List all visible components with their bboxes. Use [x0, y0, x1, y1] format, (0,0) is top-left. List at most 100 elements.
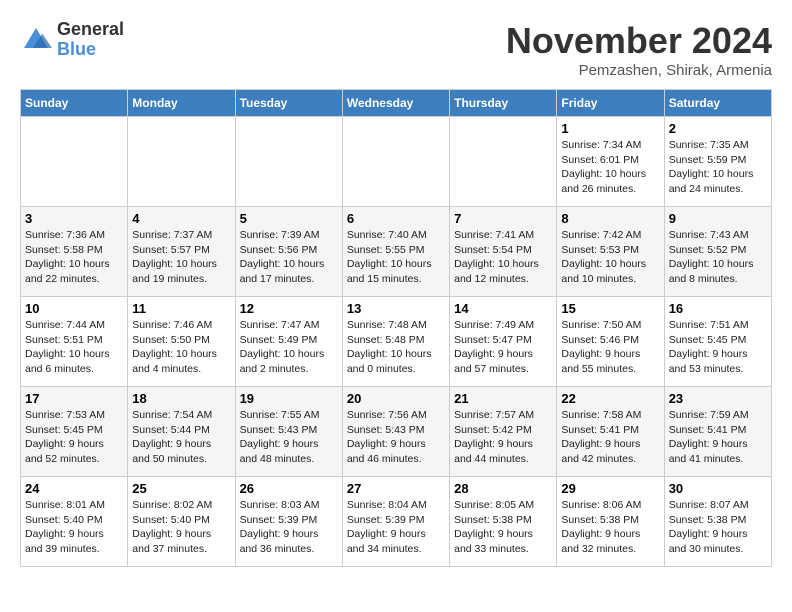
calendar-cell: [450, 117, 557, 207]
calendar-cell: 4Sunrise: 7:37 AM Sunset: 5:57 PM Daylig…: [128, 207, 235, 297]
calendar-cell: 29 Sunrise: 8:06 AM Sunset: 5:38 PM Dayli…: [557, 477, 664, 567]
day-info: Sunrise: 7:57 AM Sunset: 5:42 PM Dayligh…: [454, 408, 552, 467]
calendar-cell: 17 Sunrise: 7:53 AM Sunset: 5:45 PM Dayli…: [21, 387, 128, 477]
day-number: 4: [132, 211, 230, 226]
title-section: November 2024 Pemzashen, Shirak, Armenia: [506, 20, 772, 79]
day-info: Sunrise: 7:48 AM Sunset: 5:48 PM Dayligh…: [347, 318, 445, 377]
calendar-cell: 15Sunrise: 7:50 AM Sunset: 5:46 PM Dayli…: [557, 297, 664, 387]
calendar-cell: 5 Sunrise: 7:39 AM Sunset: 5:56 PM Daylig…: [235, 207, 342, 297]
day-number: 20: [347, 391, 445, 406]
header-tuesday: Tuesday: [235, 90, 342, 117]
day-info: Sunrise: 7:36 AM Sunset: 5:58 PM Dayligh…: [25, 228, 123, 287]
day-number: 30: [669, 481, 767, 496]
day-number: 27: [347, 481, 445, 496]
calendar-cell: 21 Sunrise: 7:57 AM Sunset: 5:42 PM Dayli…: [450, 387, 557, 477]
day-info: Sunrise: 7:47 AM Sunset: 5:49 PM Dayligh…: [240, 318, 338, 377]
day-info: Sunrise: 7:41 AM Sunset: 5:54 PM Dayligh…: [454, 228, 552, 287]
day-number: 28: [454, 481, 552, 496]
day-number: 25: [132, 481, 230, 496]
calendar-week-1: 1 Sunrise: 7:34 AM Sunset: 6:01 PM Daylig…: [21, 117, 772, 207]
day-number: 24: [25, 481, 123, 496]
day-number: 15: [561, 301, 659, 316]
day-number: 3: [25, 211, 123, 226]
calendar-table: SundayMondayTuesdayWednesdayThursdayFrid…: [20, 89, 772, 567]
calendar-cell: 26 Sunrise: 8:03 AM Sunset: 5:39 PM Dayli…: [235, 477, 342, 567]
calendar-cell: 8 Sunrise: 7:42 AM Sunset: 5:53 PM Daylig…: [557, 207, 664, 297]
day-info: Sunrise: 8:05 AM Sunset: 5:38 PM Dayligh…: [454, 498, 552, 557]
calendar-cell: 27 Sunrise: 8:04 AM Sunset: 5:39 PM Dayli…: [342, 477, 449, 567]
day-number: 7: [454, 211, 552, 226]
calendar-cell: 16 Sunrise: 7:51 AM Sunset: 5:45 PM Dayli…: [664, 297, 771, 387]
day-number: 16: [669, 301, 767, 316]
day-info: Sunrise: 8:01 AM Sunset: 5:40 PM Dayligh…: [25, 498, 123, 557]
calendar-cell: 24 Sunrise: 8:01 AM Sunset: 5:40 PM Dayli…: [21, 477, 128, 567]
calendar-cell: [21, 117, 128, 207]
calendar-cell: 13Sunrise: 7:48 AM Sunset: 5:48 PM Dayli…: [342, 297, 449, 387]
calendar-cell: 18 Sunrise: 7:54 AM Sunset: 5:44 PM Dayli…: [128, 387, 235, 477]
logo-icon: [20, 24, 52, 56]
header-monday: Monday: [128, 90, 235, 117]
calendar-cell: 1 Sunrise: 7:34 AM Sunset: 6:01 PM Daylig…: [557, 117, 664, 207]
day-number: 10: [25, 301, 123, 316]
calendar-cell: 10 Sunrise: 7:44 AM Sunset: 5:51 PM Dayli…: [21, 297, 128, 387]
calendar-week-4: 17 Sunrise: 7:53 AM Sunset: 5:45 PM Dayli…: [21, 387, 772, 477]
calendar-cell: 2Sunrise: 7:35 AM Sunset: 5:59 PM Daylig…: [664, 117, 771, 207]
day-info: Sunrise: 8:03 AM Sunset: 5:39 PM Dayligh…: [240, 498, 338, 557]
header-saturday: Saturday: [664, 90, 771, 117]
calendar-cell: 22Sunrise: 7:58 AM Sunset: 5:41 PM Dayli…: [557, 387, 664, 477]
header-thursday: Thursday: [450, 90, 557, 117]
calendar-week-3: 10 Sunrise: 7:44 AM Sunset: 5:51 PM Dayli…: [21, 297, 772, 387]
day-info: Sunrise: 7:58 AM Sunset: 5:41 PM Dayligh…: [561, 408, 659, 467]
day-number: 26: [240, 481, 338, 496]
day-info: Sunrise: 8:04 AM Sunset: 5:39 PM Dayligh…: [347, 498, 445, 557]
calendar-cell: 14Sunrise: 7:49 AM Sunset: 5:47 PM Dayli…: [450, 297, 557, 387]
day-info: Sunrise: 8:06 AM Sunset: 5:38 PM Dayligh…: [561, 498, 659, 557]
day-number: 1: [561, 121, 659, 136]
day-info: Sunrise: 7:34 AM Sunset: 6:01 PM Dayligh…: [561, 138, 659, 197]
day-number: 21: [454, 391, 552, 406]
calendar-cell: [342, 117, 449, 207]
header-wednesday: Wednesday: [342, 90, 449, 117]
header-friday: Friday: [557, 90, 664, 117]
calendar-cell: 25Sunrise: 8:02 AM Sunset: 5:40 PM Dayli…: [128, 477, 235, 567]
day-number: 29: [561, 481, 659, 496]
day-info: Sunrise: 7:42 AM Sunset: 5:53 PM Dayligh…: [561, 228, 659, 287]
calendar-cell: 9 Sunrise: 7:43 AM Sunset: 5:52 PM Daylig…: [664, 207, 771, 297]
day-number: 8: [561, 211, 659, 226]
day-info: Sunrise: 7:44 AM Sunset: 5:51 PM Dayligh…: [25, 318, 123, 377]
day-number: 6: [347, 211, 445, 226]
day-info: Sunrise: 7:43 AM Sunset: 5:52 PM Dayligh…: [669, 228, 767, 287]
location: Pemzashen, Shirak, Armenia: [506, 62, 772, 79]
calendar-cell: [235, 117, 342, 207]
day-number: 12: [240, 301, 338, 316]
day-info: Sunrise: 7:40 AM Sunset: 5:55 PM Dayligh…: [347, 228, 445, 287]
calendar-cell: 20 Sunrise: 7:56 AM Sunset: 5:43 PM Dayli…: [342, 387, 449, 477]
day-info: Sunrise: 7:35 AM Sunset: 5:59 PM Dayligh…: [669, 138, 767, 197]
day-number: 19: [240, 391, 338, 406]
logo: General Blue: [20, 20, 124, 60]
calendar-cell: 28 Sunrise: 8:05 AM Sunset: 5:38 PM Dayli…: [450, 477, 557, 567]
calendar-week-5: 24 Sunrise: 8:01 AM Sunset: 5:40 PM Dayli…: [21, 477, 772, 567]
calendar-cell: 30Sunrise: 8:07 AM Sunset: 5:38 PM Dayli…: [664, 477, 771, 567]
day-info: Sunrise: 7:55 AM Sunset: 5:43 PM Dayligh…: [240, 408, 338, 467]
calendar-header-row: SundayMondayTuesdayWednesdayThursdayFrid…: [21, 90, 772, 117]
day-info: Sunrise: 7:39 AM Sunset: 5:56 PM Dayligh…: [240, 228, 338, 287]
day-info: Sunrise: 7:59 AM Sunset: 5:41 PM Dayligh…: [669, 408, 767, 467]
day-info: Sunrise: 7:51 AM Sunset: 5:45 PM Dayligh…: [669, 318, 767, 377]
day-info: Sunrise: 7:54 AM Sunset: 5:44 PM Dayligh…: [132, 408, 230, 467]
calendar-cell: 23 Sunrise: 7:59 AM Sunset: 5:41 PM Dayli…: [664, 387, 771, 477]
day-number: 18: [132, 391, 230, 406]
month-title: November 2024: [506, 20, 772, 62]
day-number: 5: [240, 211, 338, 226]
day-number: 9: [669, 211, 767, 226]
day-number: 23: [669, 391, 767, 406]
day-info: Sunrise: 7:53 AM Sunset: 5:45 PM Dayligh…: [25, 408, 123, 467]
calendar-cell: [128, 117, 235, 207]
logo-text: General Blue: [57, 20, 124, 60]
calendar-week-2: 3 Sunrise: 7:36 AM Sunset: 5:58 PM Daylig…: [21, 207, 772, 297]
calendar-cell: 6 Sunrise: 7:40 AM Sunset: 5:55 PM Daylig…: [342, 207, 449, 297]
calendar-cell: 12 Sunrise: 7:47 AM Sunset: 5:49 PM Dayli…: [235, 297, 342, 387]
day-number: 17: [25, 391, 123, 406]
day-info: Sunrise: 7:49 AM Sunset: 5:47 PM Dayligh…: [454, 318, 552, 377]
day-info: Sunrise: 7:56 AM Sunset: 5:43 PM Dayligh…: [347, 408, 445, 467]
